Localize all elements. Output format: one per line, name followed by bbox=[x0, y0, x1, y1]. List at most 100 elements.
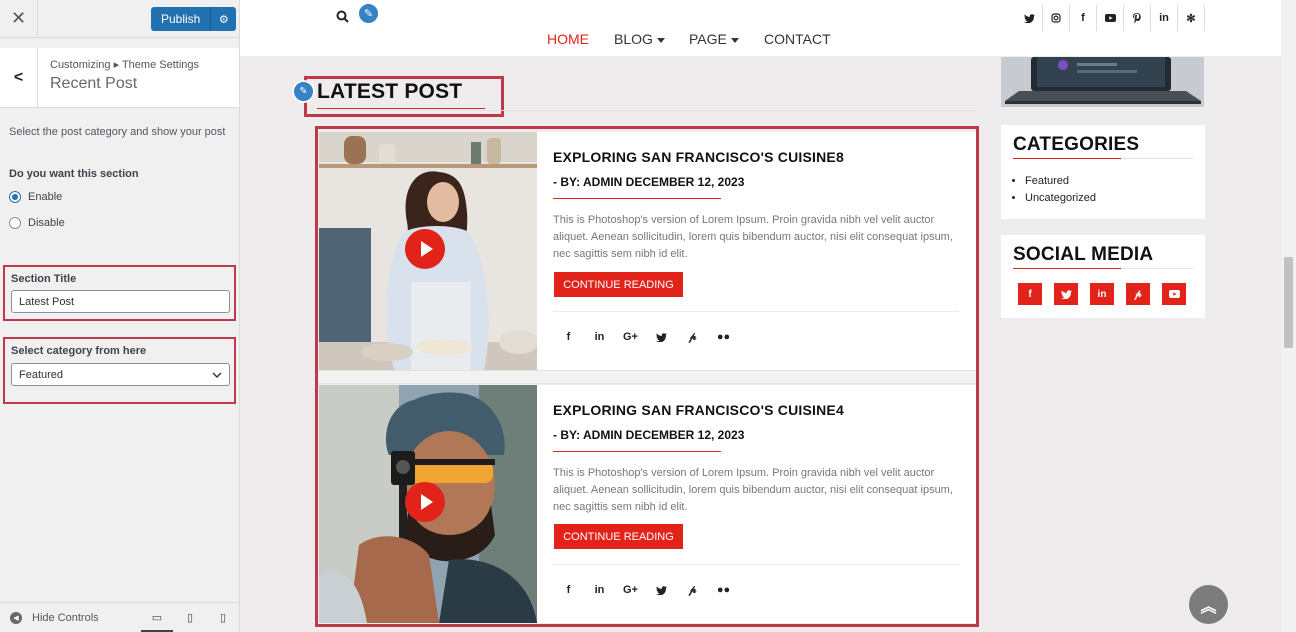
categories-widget-title: CATEGORIES bbox=[1013, 134, 1140, 155]
customizer-footer: ◀ Hide Controls ▭ ▯ ▯ bbox=[0, 602, 240, 632]
social-media-links: f in 𝓅 bbox=[1013, 283, 1193, 305]
hide-controls-label[interactable]: Hide Controls bbox=[32, 612, 99, 624]
category-select[interactable]: Featured bbox=[11, 363, 230, 386]
instagram-icon[interactable] bbox=[1043, 5, 1070, 31]
edit-shortcut-pencil-icon[interactable]: ✎ bbox=[357, 2, 380, 25]
posts-separator bbox=[319, 370, 976, 384]
radio-disable[interactable]: Disable bbox=[0, 215, 239, 231]
linkedin-share-icon[interactable]: in bbox=[584, 581, 615, 599]
radio-unselected-icon[interactable] bbox=[9, 217, 21, 229]
radio-enable[interactable]: Enable bbox=[0, 189, 239, 205]
section-title-field-label: Section Title bbox=[11, 273, 77, 285]
section-description: Select the post category and show your p… bbox=[9, 126, 226, 138]
nav-home[interactable]: HOME bbox=[547, 31, 589, 47]
tablet-preview-icon[interactable]: ▯ bbox=[183, 610, 197, 624]
search-icon[interactable] bbox=[336, 10, 349, 26]
continue-reading-button[interactable]: CONTINUE READING bbox=[554, 524, 683, 549]
nav-page-label: PAGE bbox=[689, 31, 727, 47]
breadcrumb: Customizing ▸ Theme Settings bbox=[50, 59, 199, 71]
radio-enable-label: Enable bbox=[28, 191, 63, 203]
pinterest-share-icon[interactable]: 𝓅 bbox=[677, 581, 708, 599]
post-divider bbox=[553, 564, 959, 565]
nav-blog-label: BLOG bbox=[614, 31, 653, 47]
categories-widget: CATEGORIES Featured Uncategorized bbox=[1001, 125, 1205, 219]
post-card: EXPLORING SAN FRANCISCO'S CUISINE8 - BY:… bbox=[319, 132, 976, 370]
scroll-to-top-icon[interactable]: ︽ bbox=[1189, 585, 1228, 624]
close-icon[interactable]: ✕ bbox=[0, 0, 38, 38]
site-preview: ✎ HOME BLOG PAGE CONTACT f in ✻ ✎ LATEST… bbox=[240, 0, 1281, 632]
post-card: EXPLORING SAN FRANCISCO'S CUISINE4 - BY:… bbox=[319, 385, 976, 623]
category-field-highlight: Select category from here Featured bbox=[3, 337, 236, 404]
linkedin-icon[interactable]: in bbox=[1090, 283, 1114, 305]
facebook-share-icon[interactable]: f bbox=[553, 581, 584, 599]
social-media-widget: SOCIAL MEDIA f in 𝓅 bbox=[1001, 235, 1205, 318]
heading-divider bbox=[317, 110, 977, 111]
twitter-icon[interactable] bbox=[1054, 283, 1078, 305]
section-title-input-value: Latest Post bbox=[19, 295, 75, 308]
publish-settings-gear-icon[interactable]: ⚙ bbox=[211, 7, 237, 31]
publish-button[interactable]: Publish bbox=[151, 7, 212, 31]
customizer-header: ✕ Publish ⚙ bbox=[0, 0, 239, 38]
desktop-preview-icon[interactable]: ▭ bbox=[150, 610, 164, 624]
back-arrow-icon[interactable]: < bbox=[0, 48, 38, 107]
post-excerpt: This is Photoshop's version of Lorem Ips… bbox=[553, 214, 953, 260]
twitter-share-icon[interactable] bbox=[646, 581, 677, 599]
nav-blog[interactable]: BLOG bbox=[614, 31, 665, 47]
customizer-screen: ✕ Publish ⚙ < Customizing ▸ Theme Settin… bbox=[0, 0, 1296, 632]
edit-section-pencil-icon[interactable]: ✎ bbox=[292, 80, 315, 103]
section-title: Recent Post bbox=[50, 75, 138, 92]
play-video-icon[interactable] bbox=[405, 482, 445, 522]
pinterest-icon[interactable] bbox=[1124, 5, 1151, 31]
radio-selected-icon[interactable] bbox=[9, 191, 21, 203]
pinterest-icon[interactable]: 𝓅 bbox=[1126, 283, 1150, 305]
youtube-icon[interactable] bbox=[1097, 5, 1124, 31]
flickr-share-icon[interactable]: ●● bbox=[708, 328, 739, 346]
header-social-links: f in ✻ bbox=[1016, 5, 1205, 31]
section-title-input[interactable]: Latest Post bbox=[11, 290, 230, 313]
googleplus-share-icon[interactable]: G+ bbox=[615, 328, 646, 346]
post-title[interactable]: EXPLORING SAN FRANCISCO'S CUISINE4 bbox=[553, 402, 844, 418]
post-title-underline bbox=[553, 451, 721, 452]
category-select-value: Featured bbox=[19, 368, 64, 381]
chevron-down-icon bbox=[212, 372, 222, 378]
nav-page[interactable]: PAGE bbox=[689, 31, 739, 47]
scrollbar-thumb[interactable] bbox=[1284, 257, 1293, 348]
section-title-field-highlight: Section Title Latest Post bbox=[3, 265, 236, 321]
yelp-icon[interactable]: ✻ bbox=[1178, 5, 1205, 31]
linkedin-share-icon[interactable]: in bbox=[584, 328, 615, 346]
post-title-underline bbox=[553, 198, 721, 199]
twitter-icon[interactable] bbox=[1016, 5, 1043, 31]
pinterest-share-icon[interactable]: 𝓅 bbox=[677, 328, 708, 346]
post-title[interactable]: EXPLORING SAN FRANCISCO'S CUISINE8 bbox=[553, 149, 844, 165]
facebook-icon[interactable]: f bbox=[1018, 283, 1042, 305]
flickr-share-icon[interactable]: ●● bbox=[708, 581, 739, 599]
googleplus-share-icon[interactable]: G+ bbox=[615, 581, 646, 599]
twitter-share-icon[interactable] bbox=[646, 328, 677, 346]
widget-title-underline bbox=[1013, 158, 1193, 159]
post-meta: - BY: ADMIN DECEMBER 12, 2023 bbox=[553, 175, 745, 189]
section-header: < Customizing ▸ Theme Settings Recent Po… bbox=[0, 48, 239, 108]
post-thumbnail[interactable] bbox=[319, 385, 537, 623]
linkedin-icon[interactable]: in bbox=[1151, 5, 1178, 31]
categories-list: Featured Uncategorized bbox=[1013, 173, 1193, 207]
caret-down-icon bbox=[730, 37, 739, 43]
facebook-icon[interactable]: f bbox=[1070, 5, 1097, 31]
category-link[interactable]: Featured bbox=[1025, 173, 1193, 190]
latest-post-heading: LATEST POST bbox=[317, 80, 463, 103]
continue-reading-button[interactable]: CONTINUE READING bbox=[554, 272, 683, 297]
post-share-links: f in G+ 𝓅 ●● bbox=[553, 581, 739, 599]
nav-contact[interactable]: CONTACT bbox=[764, 31, 831, 47]
play-video-icon[interactable] bbox=[405, 229, 445, 269]
facebook-share-icon[interactable]: f bbox=[553, 328, 584, 346]
sidebar-laptop-image bbox=[1001, 57, 1204, 107]
youtube-icon[interactable] bbox=[1162, 283, 1186, 305]
mobile-preview-icon[interactable]: ▯ bbox=[216, 610, 230, 624]
post-divider bbox=[553, 311, 959, 312]
category-link[interactable]: Uncategorized bbox=[1025, 190, 1193, 207]
hide-controls-icon[interactable]: ◀ bbox=[10, 611, 22, 624]
section-heading: Customizing ▸ Theme Settings Recent Post bbox=[38, 48, 199, 107]
widget-title-underline bbox=[1013, 268, 1193, 269]
post-thumbnail[interactable] bbox=[319, 132, 537, 370]
preview-scrollbar[interactable] bbox=[1281, 0, 1296, 632]
social-media-widget-title: SOCIAL MEDIA bbox=[1013, 244, 1154, 265]
